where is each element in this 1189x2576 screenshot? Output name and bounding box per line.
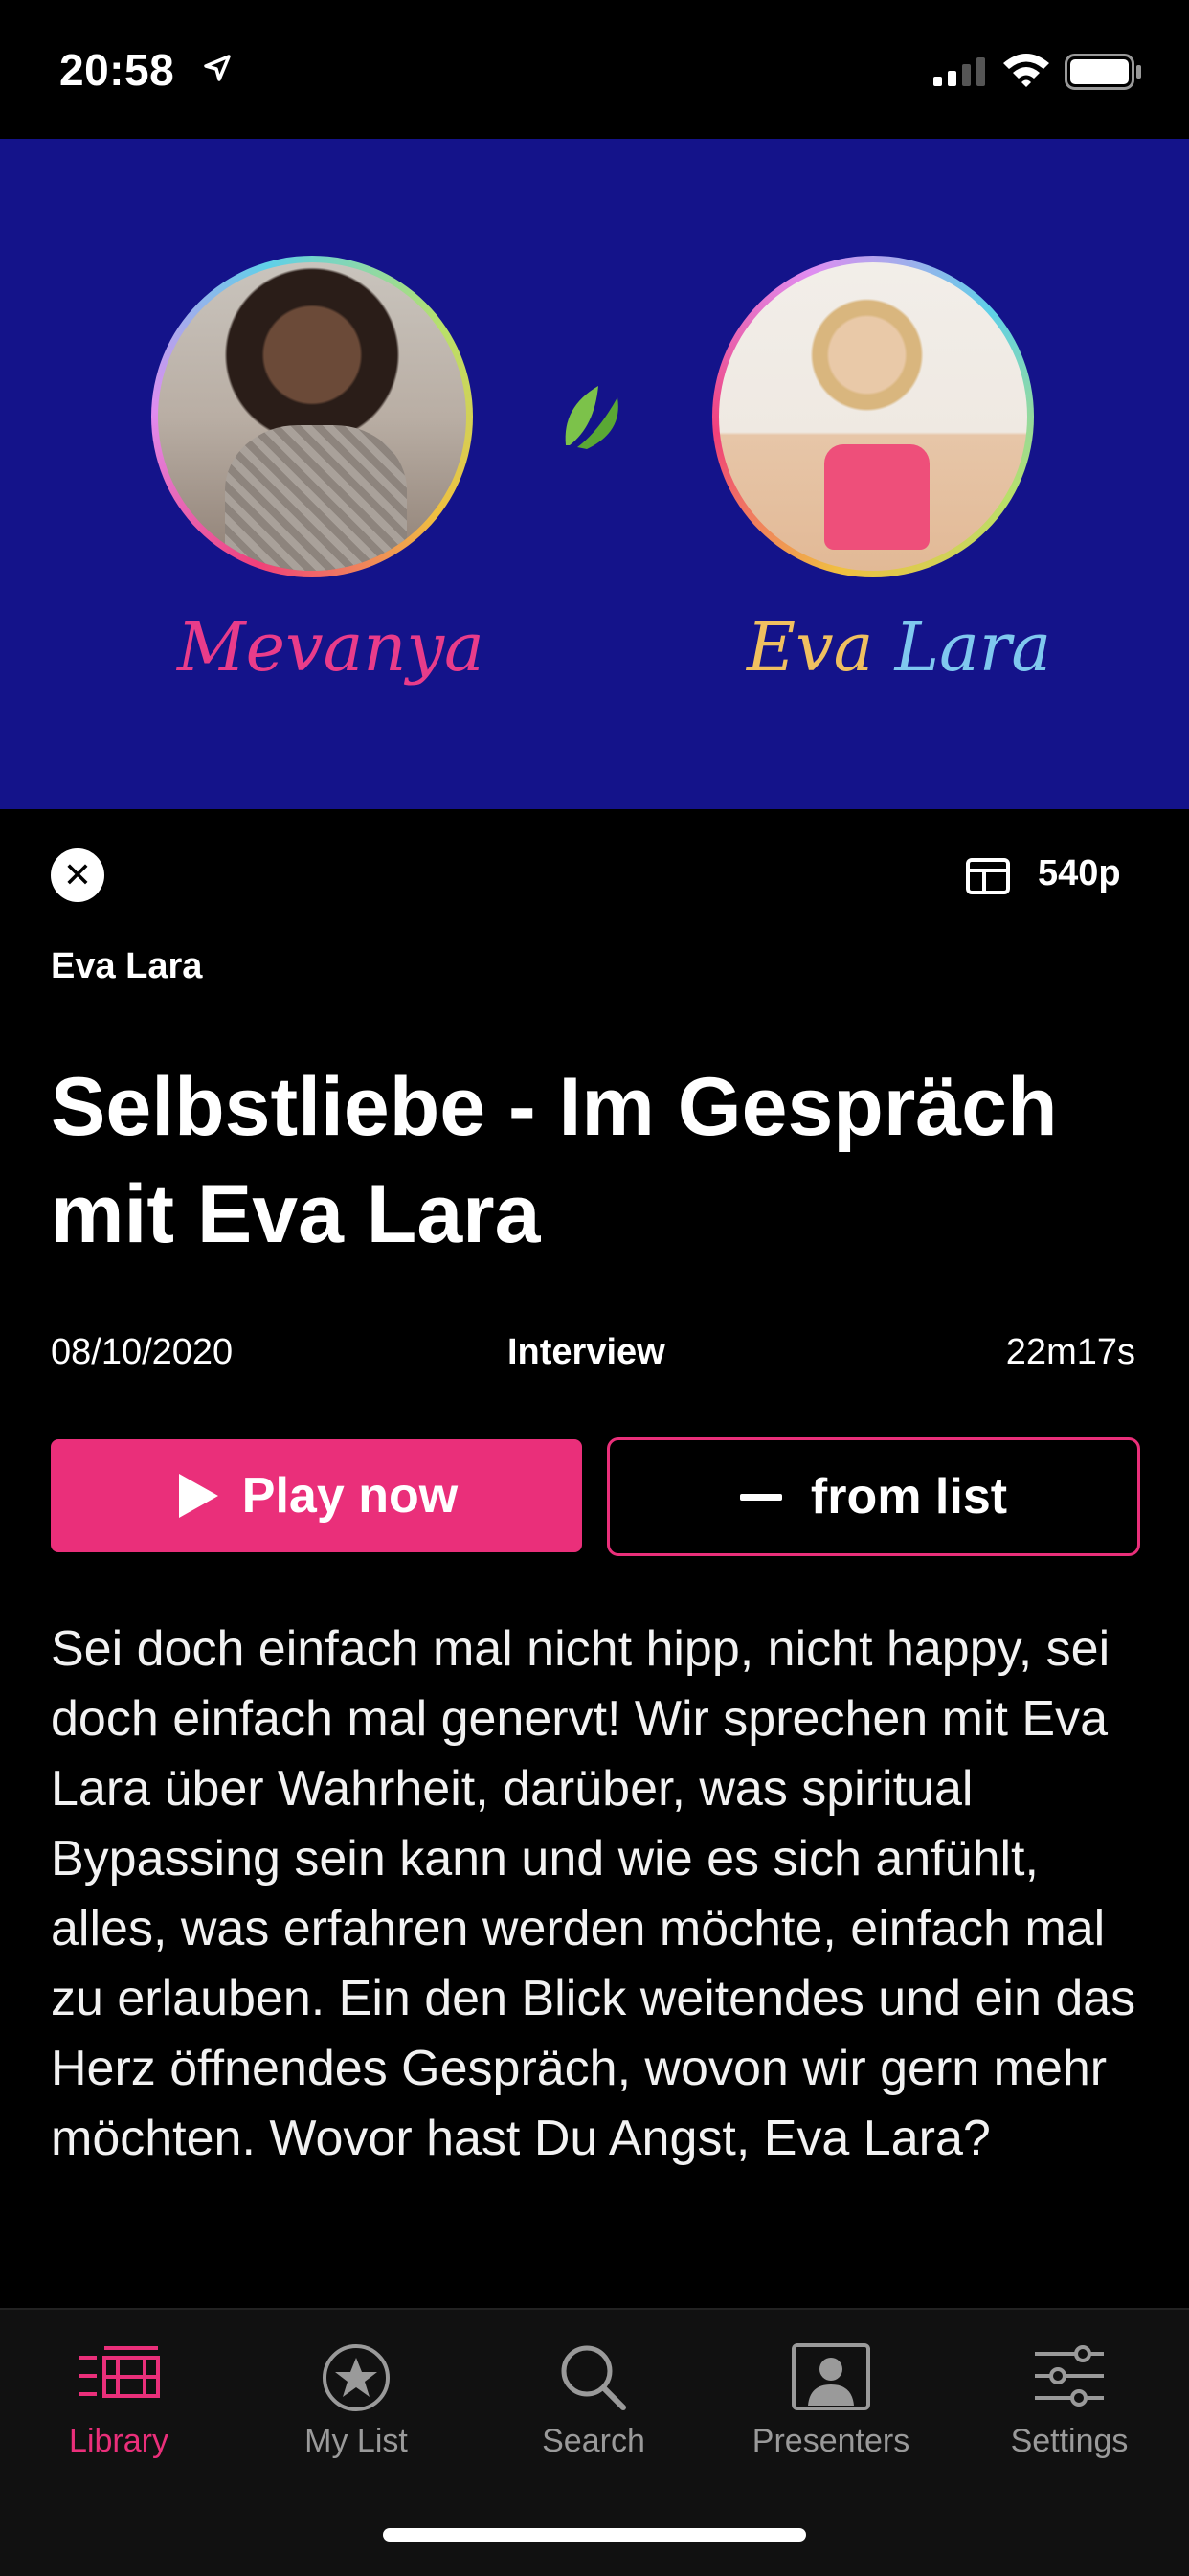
remove-from-list-label: from list	[810, 1469, 1008, 1525]
episode-hero-image: Mevanya Eva Lara	[0, 139, 1189, 809]
location-arrow-icon	[204, 55, 231, 81]
search-icon	[561, 2345, 626, 2410]
presenter-icon	[792, 2343, 870, 2410]
tab-label: Settings	[1010, 2423, 1129, 2459]
episode-duration: 22m17s	[1005, 1332, 1135, 1372]
episode-title: Selbstliebe - Im Gespräch mit Eva Lara	[51, 1061, 1058, 1260]
quality-icon[interactable]	[965, 857, 1011, 895]
tab-label: Library	[69, 2423, 168, 2459]
play-icon	[178, 1474, 218, 1518]
tab-label: Presenters	[752, 2423, 910, 2459]
presenter-portrait-eva-lara	[712, 256, 1034, 577]
cellular-signal-icon	[933, 57, 985, 86]
tab-settings[interactable]: Settings	[950, 2310, 1189, 2501]
close-button[interactable]: ✕	[51, 848, 104, 902]
leaf-icon	[565, 386, 618, 449]
library-icon	[79, 2346, 160, 2398]
status-bar: 20:58	[0, 0, 1189, 139]
play-now-label: Play now	[241, 1468, 459, 1524]
episode-type: Interview	[507, 1332, 665, 1372]
tab-library[interactable]: Library	[0, 2310, 237, 2501]
battery-icon	[1065, 54, 1141, 90]
tab-label: My List	[304, 2423, 408, 2459]
signature-eva-lara: Eva Lara	[747, 608, 1052, 687]
sliders-icon	[1035, 2345, 1104, 2407]
episode-date: 08/10/2020	[51, 1332, 234, 1372]
tab-label: Search	[542, 2423, 645, 2459]
presenter-name[interactable]: Eva Lara	[51, 946, 202, 987]
tab-my-list[interactable]: My List	[237, 2310, 475, 2501]
remove-from-list-button[interactable]: from list	[607, 1437, 1140, 1556]
status-time: 20:58	[59, 45, 175, 95]
minus-icon	[739, 1493, 782, 1501]
tab-presenters[interactable]: Presenters	[712, 2310, 950, 2501]
quality-label[interactable]: 540p	[1038, 853, 1121, 894]
episode-description: Sei doch einfach mal nicht hipp, nicht h…	[51, 1621, 1136, 2166]
star-circle-icon	[323, 2344, 390, 2411]
presenter-portrait-mevanya	[151, 256, 473, 577]
play-now-button[interactable]: Play now	[51, 1439, 582, 1552]
home-indicator[interactable]	[383, 2528, 806, 2542]
tab-search[interactable]: Search	[475, 2310, 712, 2501]
wifi-icon	[1003, 54, 1049, 87]
signature-mevanya: Mevanya	[177, 608, 484, 687]
